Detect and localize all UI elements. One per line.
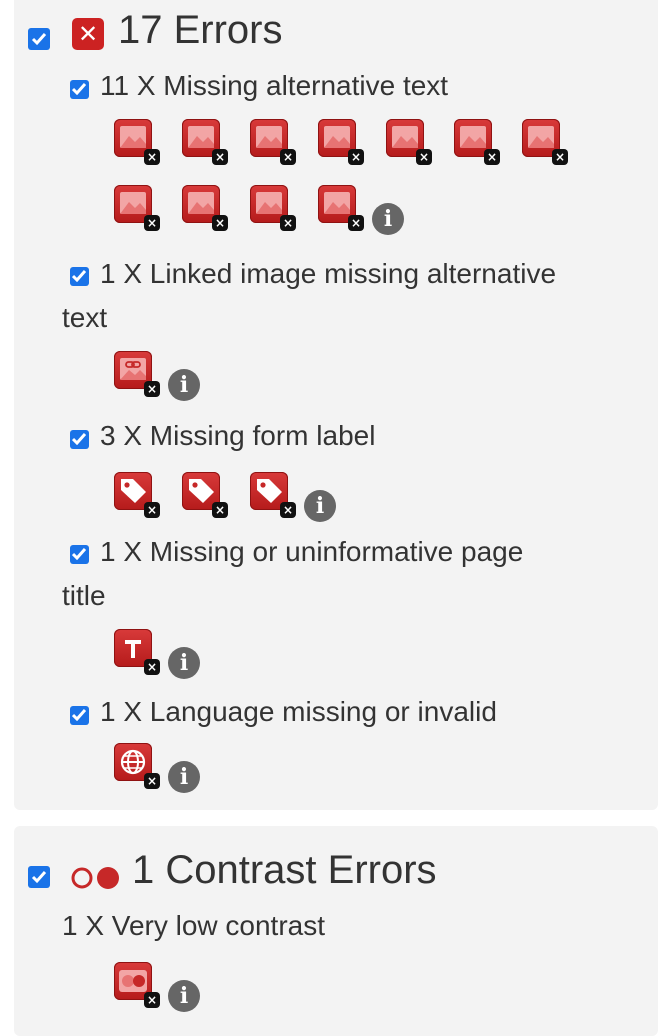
missing-alt-image-error-icon-6[interactable]: × (454, 119, 500, 165)
item-checkbox-language[interactable] (70, 706, 89, 725)
close-badge-icon: × (416, 149, 432, 165)
info-icon[interactable]: i (372, 203, 404, 235)
close-badge-icon: × (144, 659, 160, 675)
contrast-panel: 1 Contrast Errors 1 X Very low contrast … (14, 826, 658, 1036)
contrast-heading: 1 Contrast Errors (132, 848, 437, 892)
close-badge-icon: × (212, 502, 228, 518)
missing-alt-image-error-icon-3[interactable]: × (250, 119, 296, 165)
tag-error-icon-1[interactable]: × (114, 472, 160, 518)
close-badge-icon: × (144, 149, 160, 165)
item-label-language: 1 X Language missing or invalid (100, 696, 497, 727)
close-badge-icon: × (212, 149, 228, 165)
contrast-circles-icon (71, 867, 119, 889)
missing-alt-image-error-icon-1[interactable]: × (114, 119, 160, 165)
close-badge-icon: × (280, 215, 296, 231)
close-badge-icon: × (212, 215, 228, 231)
close-badge-icon: × (144, 773, 160, 789)
close-badge-icon: × (348, 215, 364, 231)
info-icon[interactable]: i (168, 647, 200, 679)
missing-alt-image-error-icon-10[interactable]: × (250, 185, 296, 231)
contrast-section-checkbox[interactable] (28, 866, 50, 888)
close-badge-icon: × (552, 149, 568, 165)
item-checkbox-linked-image[interactable] (70, 267, 89, 286)
missing-alt-image-error-icon-11[interactable]: × (318, 185, 364, 231)
errors-panel: ✕ 17 Errors 11 X Missing alternative tex… (14, 0, 658, 810)
item-checkbox-form-label[interactable] (70, 430, 89, 449)
info-icon[interactable]: i (168, 761, 200, 793)
missing-alt-image-error-icon-5[interactable]: × (386, 119, 432, 165)
error-x-icon: ✕ (72, 18, 104, 50)
item-checkbox-missing-alt[interactable] (70, 80, 89, 99)
close-badge-icon: × (348, 149, 364, 165)
item-label-very-low-contrast: 1 X Very low contrast (62, 910, 326, 941)
linked-image-error-icon-1[interactable]: × (114, 351, 160, 397)
errors-section-checkbox[interactable] (28, 28, 50, 50)
tag-error-icon-3[interactable]: × (250, 472, 296, 518)
item-label-form-label: 3 X Missing form label (100, 420, 376, 451)
item-label-page-title-line2: title (62, 580, 106, 611)
missing-alt-image-error-icon-9[interactable]: × (182, 185, 228, 231)
item-label-linked-image-line1: 1 X Linked image missing alternative (100, 258, 557, 289)
title-t-error-icon-1[interactable]: × (114, 629, 160, 675)
missing-alt-image-error-icon-2[interactable]: × (182, 119, 228, 165)
tag-error-icon-2[interactable]: × (182, 472, 228, 518)
close-badge-icon: × (144, 992, 160, 1008)
contrast-error-icon-1[interactable]: × (114, 962, 160, 1008)
missing-alt-image-error-icon-8[interactable]: × (114, 185, 160, 231)
close-badge-icon: × (484, 149, 500, 165)
item-label-linked-image-line2: text (62, 302, 108, 333)
missing-alt-image-error-icon-7[interactable]: × (522, 119, 568, 165)
info-icon[interactable]: i (304, 490, 336, 522)
close-badge-icon: × (144, 502, 160, 518)
errors-heading: 17 Errors (118, 8, 283, 52)
info-icon[interactable]: i (168, 980, 200, 1012)
close-badge-icon: × (280, 149, 296, 165)
item-checkbox-page-title[interactable] (70, 545, 89, 564)
close-badge-icon: × (144, 215, 160, 231)
globe-error-icon-1[interactable]: × (114, 743, 160, 789)
missing-alt-image-error-icon-4[interactable]: × (318, 119, 364, 165)
close-badge-icon: × (144, 381, 160, 397)
close-badge-icon: × (280, 502, 296, 518)
item-label-missing-alt: 11 X Missing alternative text (100, 70, 449, 101)
item-label-page-title-line1: 1 X Missing or uninformative page (100, 536, 524, 567)
info-icon[interactable]: i (168, 369, 200, 401)
